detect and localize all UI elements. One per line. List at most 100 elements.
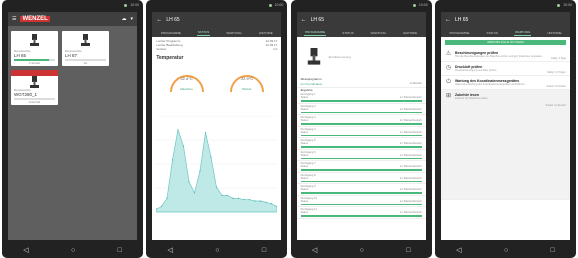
row-bar [300,111,422,113]
tab-wartung[interactable]: WARTUNG [370,31,387,36]
card-status: im Einsatz [28,62,41,65]
row-value: im Toleranzbereich [399,153,422,157]
row-status: Status [300,211,309,214]
item-desc: Allgemeine Wartung des Koordinatenmessge… [454,83,526,86]
machine-overview-screen: ☰ WENZEL ☁ ▾ Messmaschine LH 65 im Einsa… [8,12,137,240]
row-bar [300,215,422,217]
recents-nav-icon[interactable]: □ [118,247,122,254]
filter-icon[interactable]: ▾ [130,16,133,22]
result-row[interactable]: Durchgang 6 Status im Toleranzbereich [296,150,426,161]
machine-card[interactable]: Messmaschine LH 65 im Einsatz [11,31,58,66]
recents-nav-icon[interactable]: □ [262,247,266,254]
row-status: Status [300,176,309,180]
info-key: Version [156,47,167,52]
status-bar: 10:00 [295,2,428,8]
tab-programme[interactable]: PROGRAMME [304,30,327,36]
back-arrow-icon[interactable]: ← [156,17,162,23]
data-point [172,159,174,161]
data-point [205,131,207,134]
card-status: frei [83,62,88,65]
tab-status[interactable]: STATUS [341,31,354,36]
tab-wartung[interactable]: WARTUNG [225,31,242,36]
result-row[interactable]: Durchgang 1 Status im Toleranzbereich [296,92,426,104]
tab-status[interactable]: STATUS [486,31,499,36]
screen-title: LH 65 [454,17,469,23]
machine-card[interactable]: Messmaschine LH 87 frei [62,31,109,66]
list-item[interactable]: lon Koordination im Betrieb [296,81,426,88]
back-arrow-icon[interactable]: ← [445,17,451,23]
gauge-value: 22.4°C [180,75,193,81]
top-bar: ← LH 65 [152,12,282,28]
info-value: 1.0 [273,47,278,52]
home-nav-icon[interactable]: ○ [504,247,508,254]
result-row[interactable]: Durchgang 5 Status im Toleranzbereich [296,138,426,150]
result-row[interactable]: Durchgang 7 Status im Toleranzbereich [296,161,426,173]
tab-programme[interactable]: PROGRAMME [449,31,471,36]
product-header: Eintrittsmessung [297,37,426,77]
top-bar: ☰ WENZEL ☁ ▾ [8,12,137,26]
result-row[interactable]: Durchgang 10 Status im Toleranzbereich [296,196,426,207]
system-nav: ◁ ○ □ [435,245,576,255]
row-bar [300,123,422,125]
home-nav-icon[interactable]: ○ [215,247,219,254]
temperature-gauge: 22.9°C Werkst. [227,62,267,96]
battery-icon [124,3,128,7]
back-nav-icon[interactable]: ◁ [168,247,173,254]
result-row[interactable]: Durchgang 11 Status im Toleranzbereich [296,207,426,219]
result-row[interactable]: Durchgang 3 Status im Toleranzbereich [296,115,426,127]
data-point [199,170,201,172]
result-row[interactable]: Durchgang 9 Status im Toleranzbereich [296,184,426,196]
result-row[interactable]: Durchgang 4 Status im Toleranzbereich [296,127,426,138]
maintenance-item[interactable]: ⚠ Beschleunigungen prüfen Hier die Beschl… [440,48,570,62]
product-name: Eintrittsmessung [328,55,351,59]
status-time: 10:00 [563,3,572,7]
temperature-chart [155,115,278,216]
recents-nav-icon[interactable]: □ [551,247,555,254]
item-desc: Zubehör der Maschine prüfen. [454,97,489,100]
row-value: im Toleranzbereich [399,211,422,214]
data-point [183,145,185,147]
back-arrow-icon[interactable]: ← [301,17,307,23]
item-meta: Zuletzt: im Einsatz [545,104,566,107]
cloud-icon[interactable]: ☁ [121,16,126,22]
tab-historie[interactable]: HISTORIE [546,31,562,36]
area-chart-svg [155,115,278,213]
maintenance-item[interactable]: ⊞ Zubehör lesen Zubehör der Maschine prüf… [440,90,570,200]
back-nav-icon[interactable]: ◁ [23,247,28,254]
status-bar: 10:00 [150,2,283,8]
tab-historie[interactable]: HISTORIE [402,31,418,36]
tab-historie[interactable]: HISTORIE [258,31,274,36]
card-status: Fehlerhaft [28,101,41,104]
row-value: im Toleranzbereich [399,107,422,111]
status-time: 10:00 [274,3,284,7]
tablet-2: 10:00 ← LH 65 PROGRAMME STATUS WARTUNG HI… [146,0,288,258]
battery-icon [412,3,416,7]
tab-wartung[interactable]: WARTUNG [513,30,532,36]
menu-icon[interactable]: ☰ [12,16,16,22]
tab-status[interactable]: STATUS [196,30,211,36]
row-status: Status [300,130,309,134]
data-point [216,186,218,188]
result-list: Durchgang 1 Status im Toleranzbereich Durch… [296,92,426,219]
result-row[interactable]: Durchgang 2 Status im Toleranzbereich [296,104,426,115]
temperature-heading: Temperatur [156,54,184,61]
home-nav-icon[interactable]: ○ [71,247,75,254]
back-nav-icon[interactable]: ◁ [312,247,317,254]
power-icon: ⏻ [446,79,451,85]
tab-programme[interactable]: PROGRAMME [160,31,182,36]
recents-nav-icon[interactable]: □ [406,247,410,254]
maintenance-item[interactable]: ◷ Druckluft prüfen Druckluftversorgung un… [440,62,570,76]
system-nav: ◁ ○ □ [146,245,287,255]
machine-card[interactable]: Messmaschine WGT280_1 Fehlerhaft [11,70,58,105]
battery-icon [268,3,272,7]
item-meta: Zuletzt: Techniker [546,85,566,88]
home-nav-icon[interactable]: ○ [360,247,364,254]
result-row[interactable]: Durchgang 8 Status im Toleranzbereich [296,173,426,184]
row-status: Status [300,142,309,145]
row-status: Status [300,96,309,99]
row-value: im Toleranzbereich [399,96,422,99]
item-desc: Druckluftversorgung und Filter prüfen. [454,69,497,72]
maintenance-item[interactable]: ⏻ Wartung des Koordinatenmessgerätes Allg… [440,76,570,90]
data-point [188,181,190,183]
back-nav-icon[interactable]: ◁ [456,247,461,254]
